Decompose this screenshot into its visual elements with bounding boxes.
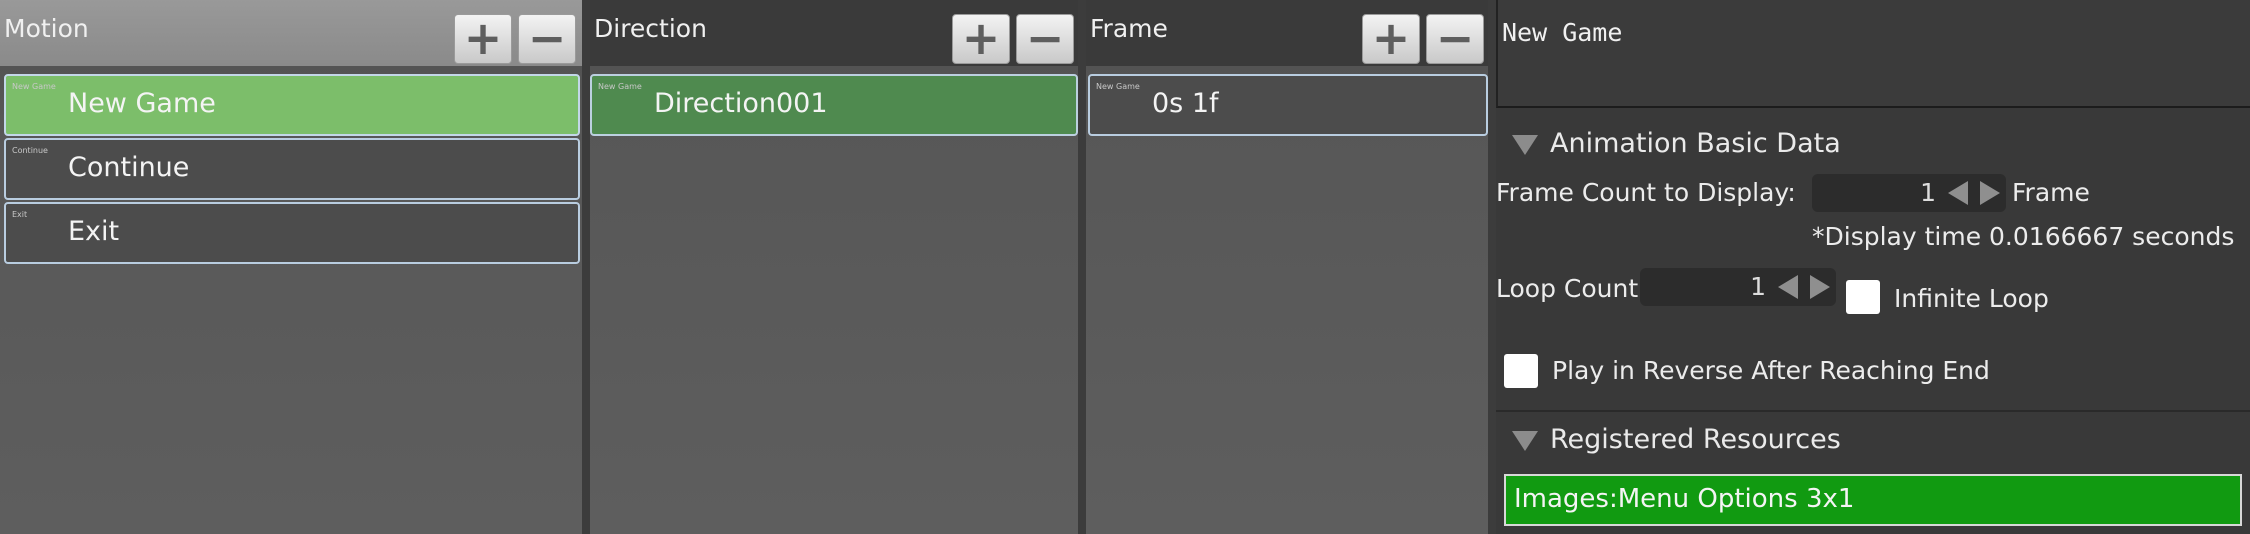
- infinite-loop-label: Infinite Loop: [1894, 284, 2049, 313]
- section-separator: [1496, 410, 2250, 412]
- direction-item-label: Direction001: [654, 88, 828, 119]
- increment-arrow-icon[interactable]: [1980, 181, 2000, 205]
- panel-divider[interactable]: [582, 0, 590, 534]
- add-frame-button[interactable]: +: [1362, 14, 1420, 64]
- panel-divider[interactable]: [1488, 0, 1496, 534]
- motion-item-label: Exit: [68, 216, 120, 247]
- direction-item[interactable]: New Game Direction001: [590, 74, 1078, 136]
- direction-thumb: New Game: [598, 82, 642, 91]
- frame-title: Frame: [1090, 14, 1168, 43]
- add-direction-button[interactable]: +: [952, 14, 1010, 64]
- decrement-arrow-icon[interactable]: [1948, 181, 1968, 205]
- panel-divider[interactable]: [1078, 0, 1086, 534]
- direction-title: Direction: [594, 14, 707, 43]
- animation-basic-data-title: Animation Basic Data: [1550, 128, 1841, 159]
- motion-item-label: Continue: [68, 152, 190, 183]
- frame-unit-label: Frame: [2012, 178, 2090, 207]
- registered-resources-header[interactable]: Registered Resources: [1512, 424, 1841, 455]
- loop-count-value: 1: [1750, 272, 1766, 301]
- frame-count-value: 1: [1920, 178, 1936, 207]
- motion-item-new-game[interactable]: New Game New Game: [4, 74, 580, 136]
- frame-item[interactable]: New Game 0s 1f: [1088, 74, 1488, 136]
- display-time-note: *Display time 0.0166667 seconds: [1812, 222, 2235, 251]
- frame-panel-header: Frame + −: [1086, 0, 1488, 66]
- frame-count-label: Frame Count to Display:: [1496, 178, 1796, 207]
- motion-panel: Motion + − New Game New Game Continue Co…: [0, 0, 582, 534]
- loop-count-label: Loop Count: [1496, 274, 1639, 303]
- registered-resources-title: Registered Resources: [1550, 424, 1841, 455]
- frame-thumb: New Game: [1096, 82, 1140, 91]
- motion-thumb: New Game: [12, 82, 56, 91]
- remove-frame-button[interactable]: −: [1426, 14, 1484, 64]
- motion-item-continue[interactable]: Continue Continue: [4, 138, 580, 200]
- frame-panel: Frame + − New Game 0s 1f: [1086, 0, 1488, 534]
- infinite-loop-checkbox[interactable]: [1846, 280, 1880, 314]
- motion-panel-header: Motion + −: [0, 0, 582, 66]
- remove-motion-button[interactable]: −: [518, 14, 576, 64]
- frame-item-label: 0s 1f: [1152, 88, 1219, 119]
- loop-count-stepper[interactable]: 1: [1640, 268, 1836, 306]
- add-motion-button[interactable]: +: [454, 14, 512, 64]
- direction-panel-header: Direction + −: [590, 0, 1078, 66]
- reverse-play-checkbox[interactable]: [1504, 354, 1538, 388]
- motion-item-exit[interactable]: Exit Exit: [4, 202, 580, 264]
- motion-item-label: New Game: [68, 88, 216, 119]
- resource-item[interactable]: Images:Menu Options 3x1: [1504, 474, 2242, 526]
- motion-thumb: Continue: [12, 146, 48, 155]
- collapse-triangle-icon: [1512, 134, 1538, 155]
- remove-direction-button[interactable]: −: [1016, 14, 1074, 64]
- reverse-play-label: Play in Reverse After Reaching End: [1552, 356, 1990, 385]
- increment-arrow-icon[interactable]: [1810, 275, 1830, 299]
- animation-basic-data-header[interactable]: Animation Basic Data: [1512, 128, 1841, 159]
- animation-properties-panel: New Game Animation Basic Data Frame Coun…: [1496, 0, 2250, 534]
- direction-panel: Direction + − New Game Direction001: [590, 0, 1078, 534]
- motion-title: Motion: [4, 14, 89, 43]
- collapse-triangle-icon: [1512, 430, 1538, 451]
- motion-name-text: New Game: [1502, 18, 1623, 47]
- frame-count-stepper[interactable]: 1: [1812, 174, 2006, 212]
- decrement-arrow-icon[interactable]: [1778, 275, 1798, 299]
- motion-name-field[interactable]: New Game: [1496, 0, 2250, 108]
- motion-thumb: Exit: [12, 210, 28, 219]
